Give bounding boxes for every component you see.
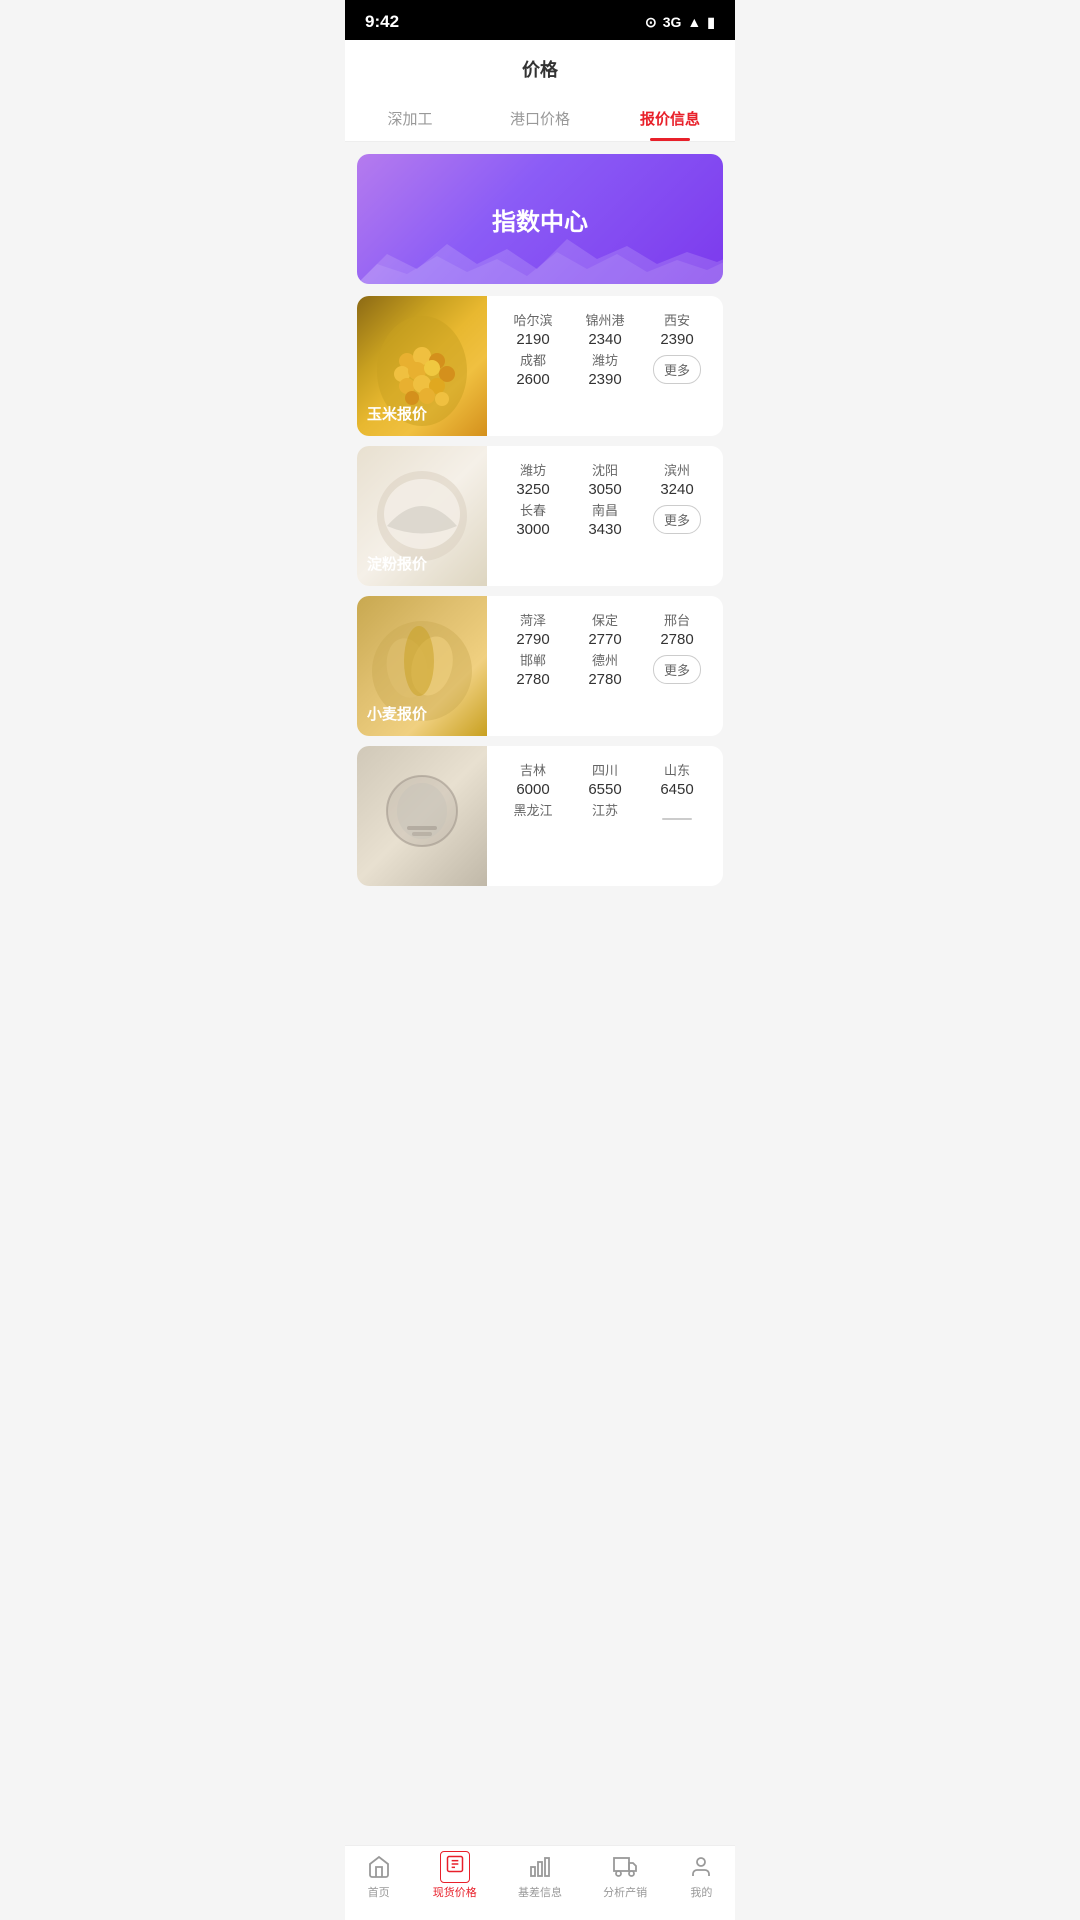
tab-quote-info[interactable]: 报价信息 — [605, 96, 735, 141]
corn-more-btn[interactable]: 更多 — [643, 350, 711, 388]
nav-analysis[interactable]: 分析产销 — [603, 1854, 647, 1900]
banner-title: 指数中心 — [492, 202, 588, 237]
last-image — [357, 746, 487, 886]
wheat-prices: 菏泽 保定 邢台 2790 2770 2780 邯郸 德州 更多 2780 27… — [487, 596, 723, 736]
header: 价格 深加工 港口价格 报价信息 — [345, 40, 735, 142]
corn-label: 玉米报价 — [367, 403, 427, 424]
val-xian: 2390 — [643, 331, 711, 348]
nav-analysis-label: 分析产销 — [603, 1884, 647, 1900]
val-shenyang: 3050 — [571, 481, 639, 498]
status-icons: ⊙ 3G ▲ ▮ — [645, 14, 715, 31]
val-baoding: 2770 — [571, 631, 639, 648]
val-chengdu: 2600 — [499, 371, 567, 388]
val-weifang-corn: 2390 — [571, 371, 639, 388]
val-changchun: 3000 — [499, 521, 567, 538]
hotspot-icon: ⊙ — [645, 14, 657, 31]
main-content: 指数中心 玉米报 — [345, 142, 735, 978]
city-weifang: 潍坊 — [571, 350, 639, 369]
wheat-price-card: 小麦报价 菏泽 保定 邢台 2790 2770 2780 邯郸 德州 更多 27… — [357, 596, 723, 736]
nav-price[interactable]: 现货价格 — [433, 1854, 477, 1900]
val-weifang-s: 3250 — [499, 481, 567, 498]
city-baoding: 保定 — [571, 610, 639, 629]
city-xingtai: 邢台 — [643, 610, 711, 629]
val-nanchang: 3430 — [571, 521, 639, 538]
starch-price-card: 淀粉报价 潍坊 沈阳 滨州 3250 3050 3240 长春 南昌 更多 30… — [357, 446, 723, 586]
home-icon — [366, 1854, 392, 1880]
nav-basis[interactable]: 基差信息 — [518, 1854, 562, 1900]
wheat-more-btn[interactable]: 更多 — [643, 650, 711, 688]
city-sichuan: 四川 — [571, 760, 639, 779]
tab-deep-processing[interactable]: 深加工 — [345, 96, 475, 141]
city-dezhou: 德州 — [571, 650, 639, 669]
bottom-nav: 首页 现货价格 基差信息 — [345, 1845, 735, 1920]
city-xian: 西安 — [643, 310, 711, 329]
city-binzhou: 滨州 — [643, 460, 711, 479]
tab-bar: 深加工 港口价格 报价信息 — [345, 96, 735, 142]
starch-label: 淀粉报价 — [367, 553, 427, 574]
network-label: 3G — [663, 14, 682, 30]
val-shandong: 6450 — [643, 781, 711, 798]
city-harbin: 哈尔滨 — [499, 310, 567, 329]
starch-image: 淀粉报价 — [357, 446, 487, 586]
city-jilin: 吉林 — [499, 760, 567, 779]
corn-price-card: 玉米报价 哈尔滨 锦州港 西安 2190 2340 2390 成都 潍坊 更多 … — [357, 296, 723, 436]
wheat-image: 小麦报价 — [357, 596, 487, 736]
city-shandong: 山东 — [643, 760, 711, 779]
city-shenyang: 沈阳 — [571, 460, 639, 479]
tab-port-price[interactable]: 港口价格 — [475, 96, 605, 141]
status-bar: 9:42 ⊙ 3G ▲ ▮ — [345, 0, 735, 40]
nav-basis-label: 基差信息 — [518, 1884, 562, 1900]
chart-icon — [527, 1854, 553, 1880]
nav-home[interactable]: 首页 — [366, 1854, 392, 1900]
index-center-banner[interactable]: 指数中心 — [357, 154, 723, 284]
page-title: 价格 — [345, 56, 735, 96]
status-time: 9:42 — [365, 12, 399, 32]
city-changchun: 长春 — [499, 500, 567, 519]
val-xingtai: 2780 — [643, 631, 711, 648]
city-handan: 邯郸 — [499, 650, 567, 669]
val-binzhou: 3240 — [643, 481, 711, 498]
starch-more-btn[interactable]: 更多 — [643, 500, 711, 538]
last-prices: 吉林 四川 山东 6000 6550 6450 黑龙江 江苏 — [487, 746, 723, 886]
last-price-card: 吉林 四川 山东 6000 6550 6450 黑龙江 江苏 — [357, 746, 723, 886]
city-jinzhou: 锦州港 — [571, 310, 639, 329]
battery-icon: ▮ — [707, 14, 715, 31]
truck-icon — [612, 1854, 638, 1880]
person-icon — [688, 1854, 714, 1880]
val-handan: 2780 — [499, 671, 567, 688]
corn-prices: 哈尔滨 锦州港 西安 2190 2340 2390 成都 潍坊 更多 2600 … — [487, 296, 723, 436]
city-heze: 菏泽 — [499, 610, 567, 629]
city-jiangsu: 江苏 — [571, 800, 639, 820]
val-jinzhou: 2340 — [571, 331, 639, 348]
wheat-label: 小麦报价 — [367, 703, 427, 724]
val-dezhou: 2780 — [571, 671, 639, 688]
val-heze: 2790 — [499, 631, 567, 648]
starch-prices: 潍坊 沈阳 滨州 3250 3050 3240 长春 南昌 更多 3000 34… — [487, 446, 723, 586]
signal-icon: ▲ — [687, 14, 701, 30]
nav-profile-label: 我的 — [690, 1884, 712, 1900]
nav-profile[interactable]: 我的 — [688, 1854, 714, 1900]
val-harbin: 2190 — [499, 331, 567, 348]
city-chengdu: 成都 — [499, 350, 567, 369]
nav-price-label: 现货价格 — [433, 1884, 477, 1900]
last-more-placeholder — [643, 800, 711, 820]
val-jilin: 6000 — [499, 781, 567, 798]
city-weifang-s: 潍坊 — [499, 460, 567, 479]
nav-home-label: 首页 — [368, 1884, 390, 1900]
price-icon — [442, 1854, 468, 1880]
city-heilongjiang: 黑龙江 — [499, 800, 567, 820]
corn-image: 玉米报价 — [357, 296, 487, 436]
val-sichuan: 6550 — [571, 781, 639, 798]
city-nanchang: 南昌 — [571, 500, 639, 519]
